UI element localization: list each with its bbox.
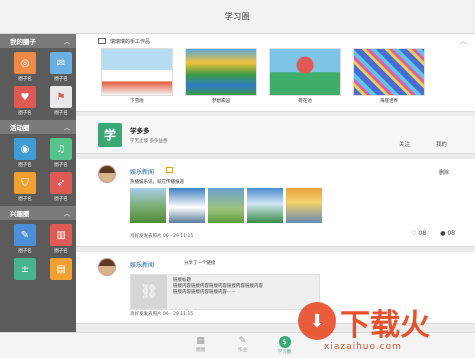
mine-button[interactable]: 我的 <box>436 140 447 148</box>
calculator-icon: ± <box>14 258 36 280</box>
book-icon: ▤ <box>50 258 72 280</box>
delete-button[interactable]: 删除 <box>439 169 449 176</box>
post-image[interactable] <box>208 188 244 223</box>
chevron-down-icon: ︿ <box>63 38 70 46</box>
work-thumbnail[interactable]: 梦想家园 <box>185 48 257 104</box>
work-thumbnail[interactable]: 下雪啦 <box>101 48 173 104</box>
post-author[interactable]: 娱乐新闻 <box>130 260 154 269</box>
music-icon: ♫ <box>50 138 72 160</box>
chart-icon: ▥ <box>50 224 72 246</box>
circle-tile[interactable]: ✉ 圈子名 <box>46 52 76 84</box>
circle-tile[interactable]: ▤ <box>46 258 76 290</box>
post-meta: 肖好发发表照片 06 - 29 11:15 <box>130 234 194 239</box>
circle-tile[interactable]: ♫ 圈子名 <box>46 138 76 170</box>
share-text: 分享了一个链接 <box>184 261 216 266</box>
circle-tile[interactable]: ▥ 圈子名 <box>46 224 76 256</box>
feed-post: 娱乐新闻 删除 热播娱乐讯，就在传播报道 肖好发发表照片 06 - 29 11:… <box>76 159 475 247</box>
lifebuoy-icon: ◎ <box>14 52 36 74</box>
avatar[interactable] <box>98 258 116 276</box>
section-header-interest[interactable]: 兴趣圈 ︿ <box>0 206 76 220</box>
gallery-icon <box>98 38 106 44</box>
artwork-image <box>353 48 425 96</box>
edit-icon: ✎ <box>14 224 36 246</box>
heart-outline-icon: ♡ <box>411 230 417 237</box>
sidebar: 我的圈子 ︿ ◎ 圈子名 ✉ 圈子名 ♥ 圈子名 ⚑ 圈子名 活动圈 ︿ ◉ 圈子名 ♫ 圈子名… <box>0 34 76 340</box>
comment-button[interactable]: ● 08 <box>440 230 455 237</box>
rocket-icon: ➶ <box>50 172 72 194</box>
tab-study-circle[interactable]: $ 学习圈 <box>275 333 295 358</box>
camera-icon: ◉ <box>14 138 36 160</box>
section-header-activity[interactable]: 活动圈 ︿ <box>0 120 76 134</box>
works-panel: 瑞瑞瑞的手工作品 ︿ 下雪啦 梦想家园 荷花池 海底世界 <box>76 34 475 112</box>
flag-icon: ⚑ <box>50 86 72 108</box>
pencil-icon: ✎ <box>238 336 247 346</box>
chevron-up-icon[interactable]: ︿ <box>460 36 467 46</box>
circle-tile[interactable]: ♥ 圈子名 <box>10 86 40 118</box>
tab-homework[interactable]: ✎ 作业 <box>233 333 253 358</box>
circle-tile[interactable]: ± <box>10 258 40 290</box>
comment-icon: ● <box>440 230 446 237</box>
post-image[interactable] <box>130 188 166 223</box>
app-title: 学习圈 <box>224 12 251 21</box>
post-meta: 肖好发发表照片 06 - 29 11:15 <box>130 312 194 317</box>
profile-header: 学 学多多 学无止境 多多益善 关注 我的 <box>76 116 475 154</box>
watermark-text: 下载火 <box>340 308 430 343</box>
work-thumbnail[interactable]: 荷花池 <box>269 48 341 104</box>
like-button[interactable]: ♡ 08 <box>411 230 426 237</box>
avatar[interactable] <box>98 165 116 183</box>
watermark: ⬇ 下载火 xiazaihuo.com <box>298 298 475 358</box>
chevron-down-icon: ︿ <box>63 124 70 132</box>
circle-tile[interactable]: ◎ 圈子名 <box>10 52 40 84</box>
artwork-image <box>269 48 341 96</box>
shield-icon: ⛉ <box>14 172 36 194</box>
work-thumbnail[interactable]: 海底世界 <box>353 48 425 104</box>
post-image[interactable] <box>286 188 322 223</box>
profile-name: 学多多 <box>130 127 150 135</box>
heart-icon: ♥ <box>14 86 36 108</box>
post-image[interactable] <box>247 188 283 223</box>
circle-tile[interactable]: ➶ 圈子名 <box>46 172 76 204</box>
post-text: 热播娱乐讯，就在传播报道 <box>130 180 184 185</box>
circle-tile[interactable]: ⛉ 圈子名 <box>10 172 40 204</box>
works-title: 瑞瑞瑞的手工作品 <box>110 38 151 45</box>
circle-tile[interactable]: ◉ 圈子名 <box>10 138 40 170</box>
circle-tile[interactable]: ✎ 圈子名 <box>10 224 40 256</box>
building-icon: ▦ <box>196 336 205 346</box>
link-card[interactable]: ⛓ 链接标题 链接内容链接内容链接内容链接内容链接内容 链接内容链接内容链接内容… <box>130 274 320 310</box>
circle-tile[interactable]: ⚑ 圈子名 <box>46 86 76 118</box>
badge-icon <box>166 167 173 173</box>
follow-button[interactable]: 关注 <box>399 140 410 148</box>
link-content-line: 链接内容链接内容链接内容······ <box>173 290 236 295</box>
post-author[interactable]: 娱乐新闻 <box>130 167 154 176</box>
chevron-down-icon: ︿ <box>63 210 70 218</box>
tab-circles[interactable]: ▦ 圈圈 <box>191 333 211 358</box>
artwork-image <box>185 48 257 96</box>
main-content: 瑞瑞瑞的手工作品 ︿ 下雪啦 梦想家园 荷花池 海底世界 学 学多多 学无止境 … <box>76 34 475 340</box>
link-icon: ⛓ <box>131 275 167 309</box>
mail-icon: ✉ <box>50 52 72 74</box>
artwork-image <box>101 48 173 96</box>
profile-subtitle: 学无止境 多多益善 <box>130 139 168 144</box>
post-image[interactable] <box>169 188 205 223</box>
title-bar: 学习圈 <box>0 0 475 34</box>
dollar-icon: $ <box>278 336 291 348</box>
profile-logo: 学 <box>98 122 122 147</box>
download-icon: ⬇ <box>298 302 336 340</box>
watermark-url: xiazaihuo.com <box>324 342 402 352</box>
section-header-my-circles[interactable]: 我的圈子 ︿ <box>0 34 76 48</box>
